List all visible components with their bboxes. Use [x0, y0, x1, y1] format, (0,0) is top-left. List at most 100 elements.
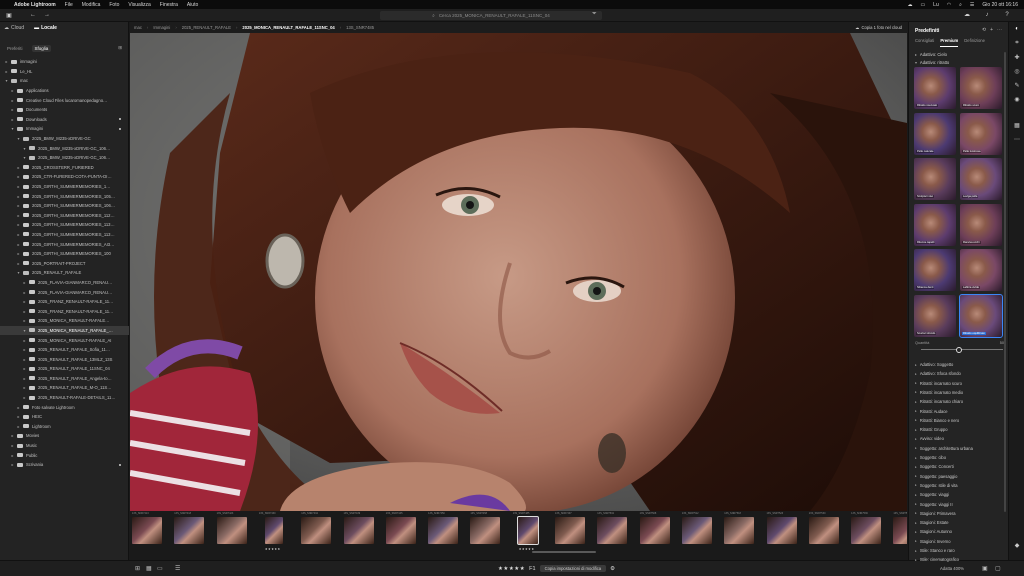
- filmstrip-thumbnail[interactable]: 13S_SNR7508: [639, 512, 670, 545]
- wifi-icon[interactable]: ◠: [947, 2, 951, 8]
- breadcrumb-item[interactable]: 2025_RENAULT_RAFALE: [182, 25, 231, 30]
- filmstrip-thumbnail[interactable]: 13S_SNR7523: [766, 512, 797, 545]
- preset-thumbnail[interactable]: Ritocca capelli: [914, 203, 956, 246]
- group-adattivo-ritratto[interactable]: ▾ Adattivo: ritratto: [915, 60, 949, 65]
- breadcrumb-item[interactable]: mac: [134, 25, 142, 30]
- chevron-right-icon[interactable]: ▸: [22, 299, 27, 304]
- folder-tree-item[interactable]: ▸ 2025_FLAVIA-GIANMARCO_RENAU…: [0, 278, 129, 288]
- heal-icon[interactable]: ✚: [1012, 54, 1022, 63]
- folder-tree-item[interactable]: ▸ 2025_GIRTHI_SUMMERMEMORIES_100: [0, 249, 129, 259]
- filmstrip-thumbnail[interactable]: 13S_SNR7497: [555, 512, 585, 545]
- preset-category[interactable]: ▸ Ritratti: Audace: [915, 409, 948, 414]
- chevron-right-icon[interactable]: ▸: [16, 261, 21, 266]
- preset-thumbnail[interactable]: Scurisci sfondo: [914, 294, 956, 337]
- filmstrip-thumbnail[interactable]: 13S_SNR7518: [724, 512, 755, 545]
- folder-tree-item[interactable]: ▸ 2025_GIRTHI_SUMMERMEMORIES_113…: [0, 220, 129, 230]
- chevron-right-icon[interactable]: ▸: [10, 117, 15, 122]
- preset-thumbnail[interactable]: Pelle luminosa: [960, 112, 1002, 155]
- breadcrumb-file[interactable]: 13S_SNR7485: [346, 25, 374, 30]
- preset-category[interactable]: ▸ Soggetto: paesaggio: [915, 474, 957, 479]
- folder-tree-item[interactable]: ▸ 2025_GIRTHI_SUMMERMEMORIES_112…: [0, 211, 129, 221]
- chevron-right-icon[interactable]: ▸: [10, 88, 15, 93]
- menu-foto[interactable]: Foto: [109, 2, 119, 8]
- crop-icon[interactable]: ⌗: [1012, 40, 1022, 49]
- chevron-down-icon[interactable]: ▾: [22, 146, 27, 151]
- filmstrip-thumbnail[interactable]: 13S_SNR7502: [597, 512, 628, 545]
- tab-consigliati[interactable]: Consigliati: [915, 38, 934, 47]
- filmstrip-thumbnail[interactable]: 13S_SNR7485 ★★★★★: [513, 512, 543, 551]
- folder-tree-item[interactable]: ▸ 2025_RENAULT-RAFALE-DETAILS_11…: [0, 393, 129, 403]
- notifications-icon[interactable]: ♪: [982, 10, 992, 19]
- chevron-right-icon[interactable]: ▸: [10, 453, 15, 458]
- preset-category[interactable]: ▸ Avviso: video: [915, 436, 944, 441]
- folder-tree-item[interactable]: ▸ 2025_FRANZ_RENAULT-RAFALE_11…: [0, 297, 129, 307]
- chevron-down-icon[interactable]: ▾: [10, 126, 15, 131]
- chevron-right-icon[interactable]: ▸: [16, 251, 21, 256]
- folder-tree-item[interactable]: ▸ 2025_GIRTHI_SUMMERMEMORIES_105…: [0, 191, 129, 201]
- preset-category[interactable]: ▸ Stagioni: Inverno: [915, 539, 951, 544]
- star-rating[interactable]: ★★★★★: [498, 566, 525, 572]
- undo-icon[interactable]: ⟲: [982, 27, 986, 33]
- folder-tree-item[interactable]: ▸ 2025_PORTRAIT-PROJECT: [0, 258, 129, 268]
- folder-tree-item[interactable]: ▸ 2025_RENAULT_RAFALE_Angela-to…: [0, 374, 129, 384]
- folder-tree-item[interactable]: ▸ 2025_FRANZ_RENAULT-RAFALE_11…: [0, 306, 129, 316]
- menu-modifica[interactable]: Modifica: [82, 2, 101, 8]
- copy-edit-settings-button[interactable]: Copia impostazioni di modifica: [539, 565, 607, 572]
- thumbnail-rating[interactable]: ★★★★★: [265, 547, 281, 551]
- preset-category[interactable]: ▸ Ritratti: Gruppo: [915, 427, 948, 432]
- chevron-down-icon[interactable]: ▾: [22, 155, 27, 160]
- red-eye-icon[interactable]: ◉: [1012, 96, 1022, 105]
- preset-category[interactable]: ▸ Adattivo: Soggetto: [915, 362, 953, 367]
- chevron-right-icon[interactable]: ▸: [16, 203, 21, 208]
- chevron-right-icon[interactable]: ▸: [22, 318, 27, 323]
- chevron-right-icon[interactable]: ▸: [10, 107, 15, 112]
- flag-icon[interactable]: F1: [529, 566, 535, 572]
- folder-tree-item[interactable]: ▸ 2025_CTR-FURERED-COTA-PUNTA-DI…: [0, 172, 129, 182]
- more-icon[interactable]: ⋯: [997, 27, 1002, 33]
- preset-category[interactable]: ▸ Soggetto: stile di vita: [915, 483, 958, 488]
- spotlight-icon[interactable]: ⌕: [959, 2, 962, 8]
- preset-category[interactable]: ▸ Soggetto: Concerti: [915, 464, 954, 469]
- copy-to-cloud-button[interactable]: ☁ Copia 1 foto nel cloud: [855, 25, 902, 30]
- add-icon[interactable]: +: [990, 27, 993, 33]
- folder-tree-item[interactable]: ▾ mac: [0, 76, 129, 86]
- folder-tree-item[interactable]: ▸ 2025_RENAULT_RAFALE_M-O_11S…: [0, 383, 129, 393]
- back-arrow-icon[interactable]: ←: [28, 11, 38, 20]
- chevron-right-icon[interactable]: ▸: [22, 395, 27, 400]
- compare-view-icon[interactable]: ▣: [982, 565, 988, 572]
- add-folder-icon[interactable]: ⊞: [118, 45, 122, 51]
- filmstrip-thumbnail[interactable]: 13S_SNR7445: [385, 512, 416, 545]
- folder-tree-item[interactable]: ▾ 2025_BMW_M235-xDRIVE-GC_106…: [0, 153, 129, 163]
- folder-tree-item[interactable]: ▸ 2025_GIRTHI_SUMMERMEMORIES_1…: [0, 182, 129, 192]
- chevron-right-icon[interactable]: ▸: [4, 69, 9, 74]
- folder-tree-item[interactable]: ▸ Creative Cloud Files lucaromanopedagno…: [0, 95, 129, 105]
- chevron-right-icon[interactable]: ▸: [10, 443, 15, 448]
- chevron-right-icon[interactable]: ▸: [4, 59, 9, 64]
- preset-category[interactable]: ▸ Soggetto: viaggi II: [915, 502, 953, 507]
- preset-category[interactable]: ▸ Soggetto: viaggi: [915, 492, 949, 497]
- folder-tree-item[interactable]: ▸ Music: [0, 441, 129, 451]
- chevron-right-icon[interactable]: ▸: [16, 424, 21, 429]
- chevron-right-icon[interactable]: ▸: [16, 213, 21, 218]
- tab-definizione[interactable]: Definizione: [964, 38, 985, 47]
- grid-view-icon[interactable]: ⊞: [135, 565, 140, 572]
- sort-icon[interactable]: ☰: [175, 565, 180, 572]
- tag-icon[interactable]: ◆: [1012, 542, 1022, 551]
- filmstrip-thumbnail[interactable]: 13S_SNR7430 ★★★★★: [259, 512, 289, 551]
- chevron-right-icon[interactable]: ▸: [22, 385, 27, 390]
- chevron-right-icon[interactable]: ▸: [22, 338, 27, 343]
- remove-icon[interactable]: ✎: [1012, 82, 1022, 91]
- preset-thumbnail[interactable]: Sbianca denti: [914, 249, 956, 291]
- filmstrip-thumbnail[interactable]: 13S_SNR7439: [343, 512, 374, 545]
- filmstrip-thumbnail[interactable]: 13S_SNR7458: [470, 512, 501, 545]
- chevron-down-icon[interactable]: ▾: [16, 270, 21, 275]
- forward-arrow-icon[interactable]: →: [42, 11, 52, 20]
- amount-slider-track[interactable]: [921, 349, 1003, 350]
- tab-sfoglia[interactable]: Sfoglia: [31, 44, 52, 52]
- filter-icon[interactable]: ⏷: [592, 11, 597, 18]
- folder-tree-item[interactable]: ▸ 2025_MONICA_RENAULT-RAFALE…: [0, 316, 129, 326]
- chevron-right-icon[interactable]: ▸: [22, 290, 27, 295]
- chevron-down-icon[interactable]: ▾: [22, 328, 27, 333]
- tab-locale[interactable]: ▬ Locale: [34, 25, 57, 31]
- cloud-sync-icon[interactable]: ☁: [907, 2, 912, 8]
